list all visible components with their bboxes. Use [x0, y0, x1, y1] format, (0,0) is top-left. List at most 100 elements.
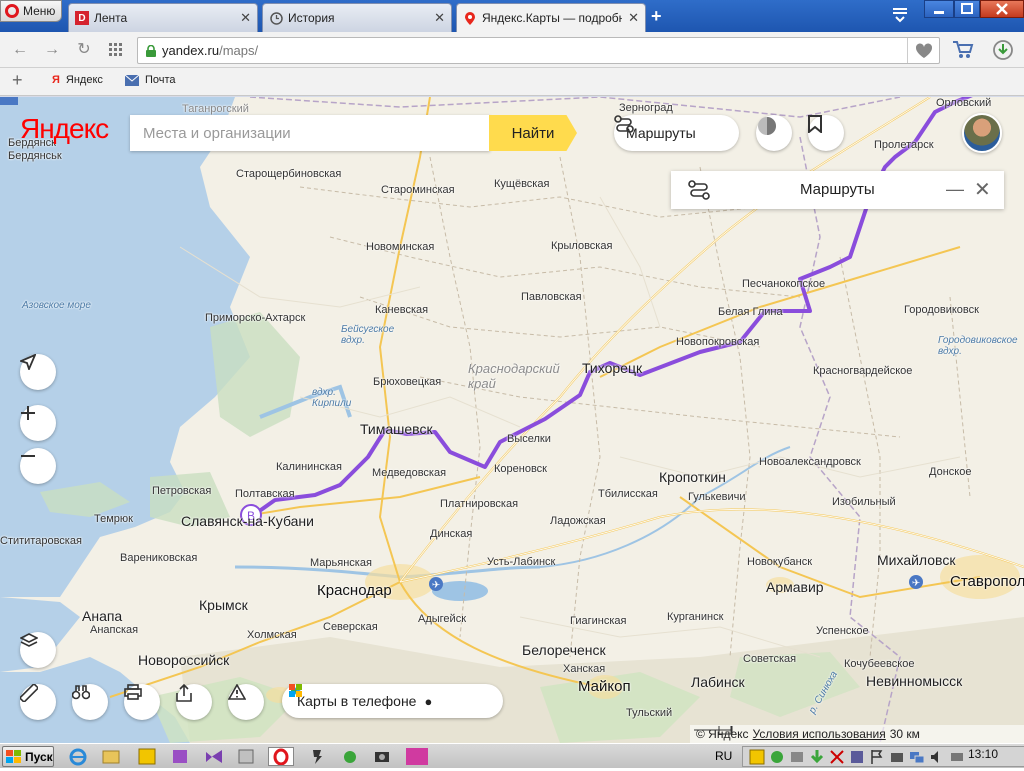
- forward-arrow-icon[interactable]: →: [42, 40, 62, 60]
- yandex-logo[interactable]: Яндекс: [20, 113, 109, 145]
- windows-icon[interactable]: [289, 684, 302, 697]
- cart-icon[interactable]: [952, 40, 974, 60]
- map-pin-icon: [463, 11, 477, 25]
- find-button[interactable]: Найти: [489, 115, 577, 151]
- tray-icon[interactable]: [889, 749, 905, 765]
- close-panel-icon[interactable]: ✕: [974, 177, 991, 202]
- tray-icon[interactable]: [789, 749, 805, 765]
- traffic-icon[interactable]: [756, 115, 792, 151]
- place-label: Ладожская: [550, 515, 606, 527]
- close-tab-icon[interactable]: ✕: [628, 10, 639, 26]
- place-label: Изобильный: [832, 496, 896, 508]
- user-avatar[interactable]: [962, 113, 1002, 153]
- routes-panel: Маршруты — ✕: [671, 171, 1004, 209]
- map-view[interactable]: B ✈ ✈ Таганрогский Бердянск Бердянськ Зе…: [0, 97, 1024, 743]
- bookmark-yandex[interactable]: Я Яндекс: [52, 74, 103, 86]
- share-icon[interactable]: [176, 684, 212, 720]
- layers-icon[interactable]: [20, 632, 56, 668]
- clock-icon: [269, 11, 283, 25]
- opera-taskbar-icon[interactable]: [268, 747, 294, 766]
- minimize-panel-icon[interactable]: —: [946, 179, 964, 200]
- place-label: Платнировская: [440, 498, 519, 510]
- close-tab-icon[interactable]: ✕: [434, 10, 445, 26]
- zoom-in-button[interactable]: [20, 405, 56, 441]
- tray-icon[interactable]: [829, 749, 845, 765]
- app-icon[interactable]: [308, 747, 328, 766]
- apple-icon[interactable]: ●: [424, 694, 432, 709]
- tab-menu-icon[interactable]: [890, 6, 910, 26]
- app-icon[interactable]: [372, 747, 392, 766]
- internet-explorer-icon[interactable]: [68, 747, 88, 766]
- geolocation-icon[interactable]: [20, 354, 56, 390]
- place-label: Варениковская: [120, 552, 198, 564]
- close-tab-icon[interactable]: ✕: [240, 10, 251, 26]
- place-label: Таганрогский: [182, 103, 249, 115]
- close-window-button[interactable]: [980, 0, 1024, 18]
- lock-icon: [146, 44, 156, 57]
- search-input[interactable]: Места и организации: [130, 115, 490, 151]
- routes-button[interactable]: Маршруты: [614, 115, 739, 151]
- tab-bar: Меню D Лента ✕ История ✕ Яндекс.Карты — …: [0, 0, 1024, 32]
- network-icon[interactable]: [909, 749, 925, 765]
- zoom-out-button[interactable]: [20, 448, 56, 484]
- maximize-window-button[interactable]: [954, 0, 980, 18]
- bookmark-mail[interactable]: Почта: [125, 74, 176, 86]
- app-icon[interactable]: [170, 747, 190, 766]
- place-label: Бердянськ: [8, 150, 62, 162]
- download-tray-icon[interactable]: [809, 749, 825, 765]
- tray-icon[interactable]: [749, 749, 765, 765]
- place-label: Тульский: [626, 707, 673, 719]
- start-button[interactable]: Пуск: [2, 746, 54, 767]
- tab-lenta[interactable]: D Лента ✕: [68, 3, 258, 32]
- browser-window: Меню D Лента ✕ История ✕ Яндекс.Карты — …: [0, 0, 1024, 768]
- panorama-binoculars-icon[interactable]: [72, 684, 108, 720]
- bookmarks-icon[interactable]: [808, 115, 844, 151]
- flag-icon[interactable]: [869, 749, 885, 765]
- tray-icon[interactable]: [949, 749, 965, 765]
- tray-icon[interactable]: [849, 749, 865, 765]
- opera-menu-button[interactable]: Меню: [0, 0, 62, 22]
- explorer-icon[interactable]: [101, 747, 121, 766]
- mobile-app-promo[interactable]: Карты в телефоне ●: [282, 684, 503, 718]
- tray-icon[interactable]: [769, 749, 785, 765]
- back-arrow-icon[interactable]: ←: [10, 40, 30, 60]
- tab-yandex-maps[interactable]: Яндекс.Карты — подробная ✕: [456, 3, 646, 32]
- address-bar[interactable]: yandex.ru/maps/: [137, 37, 940, 64]
- bookmark-heart-icon[interactable]: [907, 38, 939, 63]
- place-label: Петровская: [152, 485, 212, 497]
- place-label: Песчанокопское: [742, 278, 826, 290]
- tab-label: Лента: [94, 11, 128, 25]
- add-bookmark-icon[interactable]: +: [12, 70, 23, 91]
- volume-icon[interactable]: [929, 749, 945, 765]
- mail-icon: [125, 74, 139, 86]
- app-icon[interactable]: [405, 747, 429, 766]
- place-label: Лабинск: [691, 674, 745, 690]
- new-tab-button[interactable]: +: [651, 6, 662, 27]
- tab-label: Яндекс.Карты — подробная: [482, 11, 623, 25]
- terms-link[interactable]: Условия использования: [753, 727, 886, 741]
- place-label: Кореновск: [494, 463, 547, 475]
- minimize-window-button[interactable]: [924, 0, 954, 18]
- tab-history[interactable]: История ✕: [262, 3, 452, 32]
- route-line[interactable]: [256, 97, 975, 514]
- place-label: Кущёвская: [494, 178, 550, 190]
- scale-bar: [694, 726, 733, 734]
- app-icon[interactable]: [137, 747, 157, 766]
- app-icon[interactable]: [340, 747, 360, 766]
- speed-dial-icon[interactable]: [106, 40, 126, 60]
- report-warning-icon[interactable]: [228, 684, 264, 720]
- language-indicator[interactable]: RU: [715, 749, 732, 763]
- app-icon[interactable]: [236, 747, 256, 766]
- start-label: Пуск: [25, 749, 53, 764]
- download-icon[interactable]: [992, 39, 1014, 61]
- visual-studio-icon[interactable]: [204, 747, 224, 766]
- reload-icon[interactable]: ↻: [74, 40, 94, 60]
- place-label: Невинномысск: [866, 673, 963, 689]
- print-icon[interactable]: [124, 684, 160, 720]
- routes-icon: [614, 115, 634, 133]
- ruler-icon[interactable]: [20, 684, 56, 720]
- region-label: Краснодарский край: [468, 361, 560, 391]
- place-label: Марьянская: [310, 557, 372, 569]
- place-label: Адыгейск: [418, 613, 467, 625]
- find-label: Найти: [511, 124, 555, 142]
